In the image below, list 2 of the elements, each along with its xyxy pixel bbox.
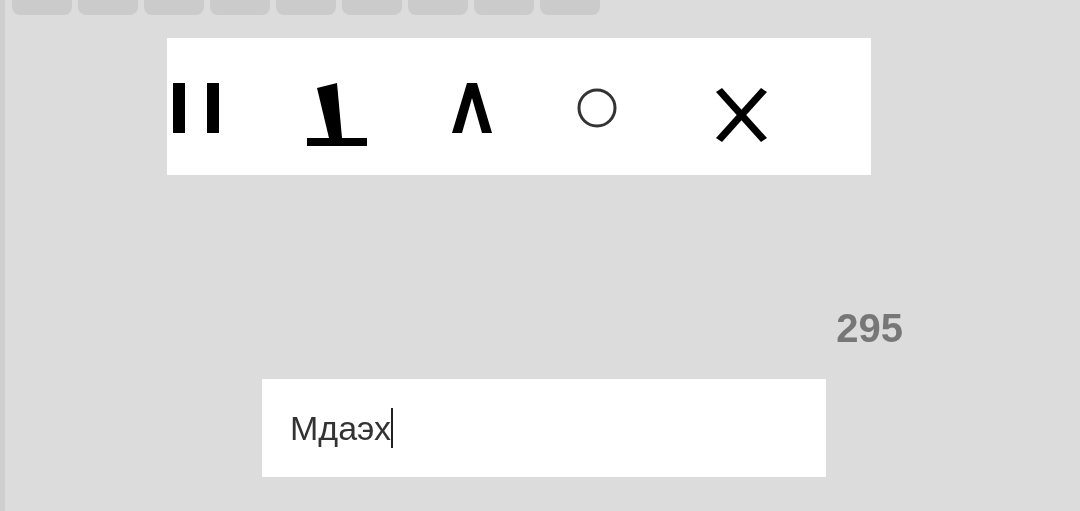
counter: 295 [836,305,903,351]
answer-field[interactable]: Мдаэх [262,379,826,477]
